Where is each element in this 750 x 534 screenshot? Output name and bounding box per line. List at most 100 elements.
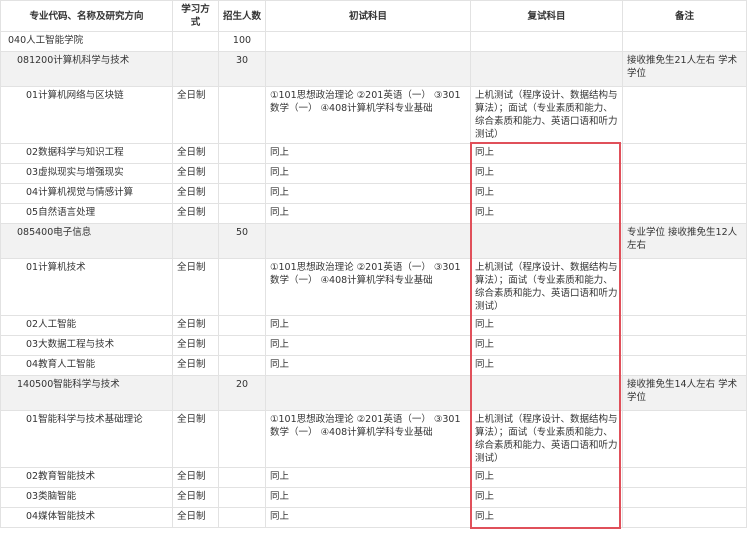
major-cell: 081200计算机科学与技术 [0,51,173,87]
major-cell: 02教育智能技术 [0,467,173,488]
table-header-row: 专业代码、名称及研究方向 学习方式 招生人数 初试科目 复试科目 备注 [0,0,747,32]
enrollment-cell [218,335,266,356]
major-cell: 01计算机网络与区块链 [0,86,173,144]
research-direction-row: 04媒体智能技术 全日制 同上 同上 [0,507,747,528]
initial-exam-cell: 同上 [265,487,471,508]
enrollment-cell [218,487,266,508]
study-mode-cell [172,223,219,259]
research-direction-row: 02数据科学与知识工程 全日制 同上 同上 [0,143,747,164]
study-mode-cell: 全日制 [172,203,219,224]
enrollment-cell [218,410,266,468]
enrollment-cell [218,86,266,144]
retest-cell: 同上 [470,163,623,184]
initial-exam-cell: ①101思想政治理论 ②201英语（一） ③301数学（一） ④408计算机学科… [265,86,471,144]
study-mode-cell: 全日制 [172,315,219,336]
major-cell: 02人工智能 [0,315,173,336]
remarks-cell [622,410,747,468]
remarks-cell [622,183,747,204]
major-cell: 02数据科学与知识工程 [0,143,173,164]
remarks-cell [622,487,747,508]
research-direction-row: 04计算机视觉与情感计算 全日制 同上 同上 [0,183,747,204]
enrollment-cell [218,203,266,224]
retest-cell [470,31,623,52]
retest-cell: 上机测试（程序设计、数据结构与算法）；面试（专业素质和能力、综合素质和能力、英语… [470,258,623,316]
retest-cell: 同上 [470,183,623,204]
remarks-cell: 接收推免生14人左右 学术学位 [622,375,747,411]
research-direction-row: 01计算机网络与区块链 全日制 ①101思想政治理论 ②201英语（一） ③301数… [0,86,747,144]
remarks-cell: 专业学位 接收推免生12人左右 [622,223,747,259]
enrollment-cell [218,143,266,164]
major-row: 085400电子信息 50 专业学位 接收推免生12人左右 [0,223,747,259]
remarks-cell [622,315,747,336]
study-mode-cell: 全日制 [172,487,219,508]
initial-exam-cell: 同上 [265,335,471,356]
retest-cell: 同上 [470,315,623,336]
major-cell: 085400电子信息 [0,223,173,259]
initial-exam-cell [265,223,471,259]
enrollment-cell [218,507,266,528]
admissions-table: 专业代码、名称及研究方向 学习方式 招生人数 初试科目 复试科目 备注 040人… [0,0,747,528]
enrollment-cell: 20 [218,375,266,411]
remarks-cell [622,258,747,316]
research-direction-row: 03虚拟现实与增强现实 全日制 同上 同上 [0,163,747,184]
study-mode-cell [172,31,219,52]
major-cell: 01智能科学与技术基础理论 [0,410,173,468]
initial-exam-cell [265,31,471,52]
research-direction-row: 03大数据工程与技术 全日制 同上 同上 [0,335,747,356]
major-cell: 04媒体智能技术 [0,507,173,528]
study-mode-cell: 全日制 [172,183,219,204]
enrollment-cell: 100 [218,31,266,52]
retest-cell: 上机测试（程序设计、数据结构与算法）；面试（专业素质和能力、综合素质和能力、英语… [470,86,623,144]
initial-exam-cell: 同上 [265,467,471,488]
retest-cell: 同上 [470,507,623,528]
initial-exam-cell: 同上 [265,507,471,528]
research-direction-row: 03类脑智能 全日制 同上 同上 [0,487,747,508]
remarks-cell [622,355,747,376]
retest-cell [470,223,623,259]
remarks-cell [622,203,747,224]
header-study-mode: 学习方式 [172,0,219,32]
enrollment-cell [218,315,266,336]
research-direction-row: 02人工智能 全日制 同上 同上 [0,315,747,336]
study-mode-cell: 全日制 [172,507,219,528]
study-mode-cell: 全日制 [172,335,219,356]
enrollment-cell [218,467,266,488]
remarks-cell [622,163,747,184]
header-remarks: 备注 [622,0,747,32]
retest-cell [470,375,623,411]
major-cell: 03类脑智能 [0,487,173,508]
retest-cell: 同上 [470,487,623,508]
research-direction-row: 01计算机技术 全日制 ①101思想政治理论 ②201英语（一） ③301数学（一）… [0,258,747,316]
major-row: 081200计算机科学与技术 30 接收推免生21人左右 学术学位 [0,51,747,87]
initial-exam-cell: ①101思想政治理论 ②201英语（一） ③301数学（一） ④408计算机学科… [265,258,471,316]
remarks-cell [622,335,747,356]
major-cell: 04教育人工智能 [0,355,173,376]
retest-cell: 同上 [470,143,623,164]
study-mode-cell: 全日制 [172,163,219,184]
research-direction-row: 05自然语言处理 全日制 同上 同上 [0,203,747,224]
remarks-cell [622,31,747,52]
major-cell: 01计算机技术 [0,258,173,316]
initial-exam-cell: 同上 [265,203,471,224]
enrollment-cell [218,183,266,204]
header-major: 专业代码、名称及研究方向 [0,0,173,32]
major-cell: 03虚拟现实与增强现实 [0,163,173,184]
study-mode-cell: 全日制 [172,86,219,144]
major-cell: 05自然语言处理 [0,203,173,224]
major-cell: 04计算机视觉与情感计算 [0,183,173,204]
retest-cell: 上机测试（程序设计、数据结构与算法）；面试（专业素质和能力、综合素质和能力、英语… [470,410,623,468]
retest-cell: 同上 [470,355,623,376]
remarks-cell [622,507,747,528]
remarks-cell [622,143,747,164]
remarks-cell [622,86,747,144]
retest-cell: 同上 [470,335,623,356]
major-row: 140500智能科学与技术 20 接收推免生14人左右 学术学位 [0,375,747,411]
study-mode-cell: 全日制 [172,143,219,164]
header-enrollment: 招生人数 [218,0,266,32]
initial-exam-cell: 同上 [265,143,471,164]
college-row: 040人工智能学院 100 [0,31,747,52]
initial-exam-cell: 同上 [265,163,471,184]
major-cell: 140500智能科学与技术 [0,375,173,411]
study-mode-cell [172,375,219,411]
study-mode-cell: 全日制 [172,355,219,376]
